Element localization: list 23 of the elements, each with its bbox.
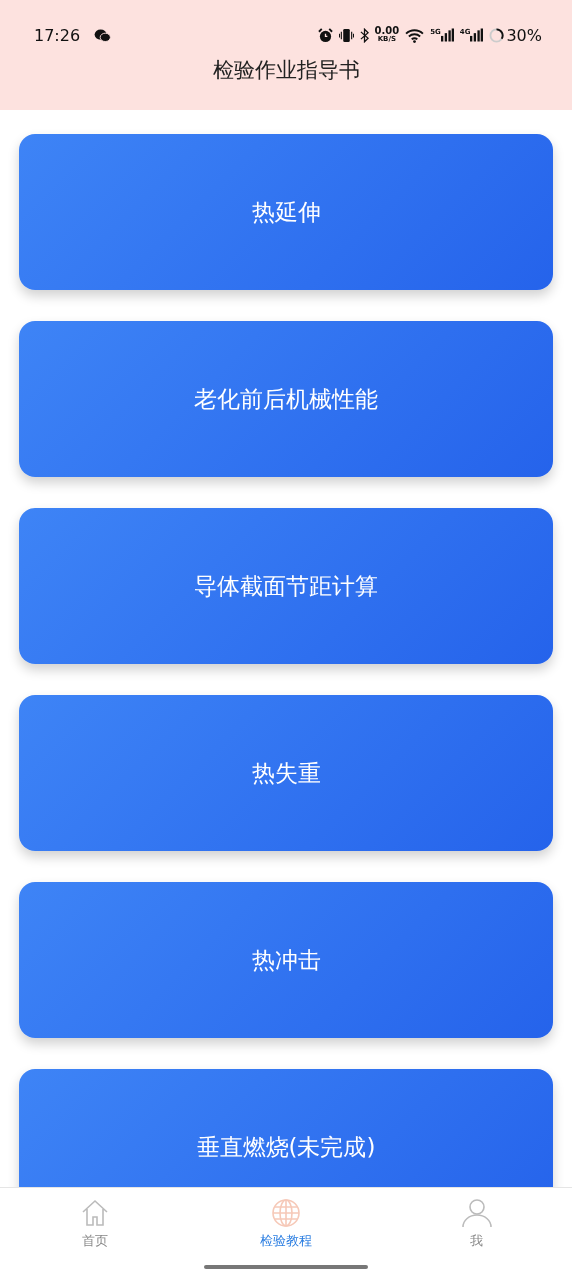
tab-item[interactable]: 检验教程 xyxy=(190,1188,382,1279)
tab-item[interactable]: 首页 xyxy=(0,1188,191,1279)
tab-item[interactable]: 我 xyxy=(381,1188,572,1279)
signal-icon xyxy=(470,28,484,42)
topic-card[interactable]: 垂直燃烧(未完成) xyxy=(19,1069,553,1187)
page-title: 检验作业指导书 xyxy=(212,57,360,84)
topic-card[interactable]: 热失重 xyxy=(19,695,553,851)
topic-card[interactable]: 老化前后机械性能 xyxy=(19,321,553,477)
status-time: 17:26 xyxy=(34,25,81,45)
topic-card[interactable]: 热延伸 xyxy=(19,134,553,290)
bluetooth-icon xyxy=(359,27,369,43)
chat-icon xyxy=(94,28,112,42)
globe-icon xyxy=(271,1198,301,1228)
speed-value: 0.00 xyxy=(374,26,400,35)
person-icon xyxy=(461,1198,492,1228)
wifi-icon xyxy=(405,27,425,43)
alarm-icon xyxy=(317,27,333,43)
topic-card[interactable]: 导体截面节距计算 xyxy=(19,508,553,664)
topic-card[interactable]: 热冲击 xyxy=(19,882,553,1038)
battery-icon xyxy=(489,27,505,43)
battery-level: 30% xyxy=(506,25,542,45)
vibrate-icon xyxy=(338,27,354,43)
signal-icon xyxy=(440,28,454,42)
